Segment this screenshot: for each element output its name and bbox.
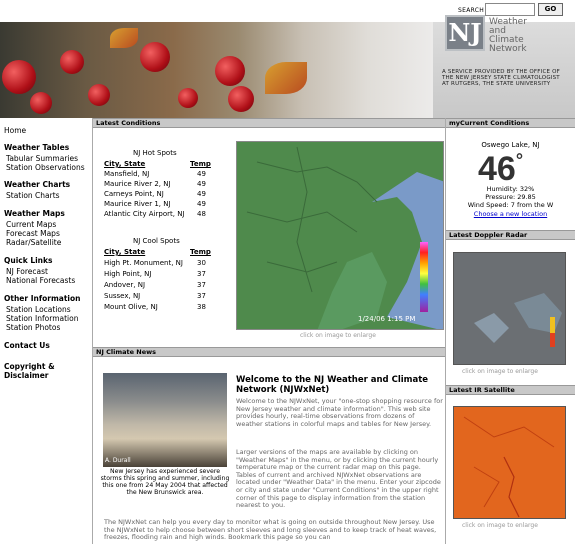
nav-contact-us[interactable]: Contact Us: [4, 341, 50, 350]
nav-station-information[interactable]: Station Information: [6, 314, 78, 323]
radar-caption: click on image to enlarge: [462, 368, 538, 375]
nav-station-locations[interactable]: Station Locations: [6, 305, 71, 314]
hot-col-temp: Temp: [190, 160, 211, 168]
map-graphic: [237, 142, 443, 329]
search-input[interactable]: [485, 3, 535, 16]
pressure-text: Pressure: 29.85: [485, 193, 536, 201]
nav-head-other-info[interactable]: Other Information: [4, 294, 80, 303]
cool-col-city: City, State: [104, 248, 146, 256]
nav-forecast-maps[interactable]: Forecast Maps: [6, 229, 60, 238]
temp-cell: 49: [197, 170, 206, 178]
table-row: Maurice River 1, NJ: [104, 200, 171, 208]
cranberry-decoration: [60, 50, 84, 74]
table-row: Andover, NJ: [104, 281, 146, 289]
cranberry-decoration: [2, 60, 36, 94]
current-conditions-header: myCurrent Conditions: [446, 118, 575, 128]
radar-header: Latest Doppler Radar: [446, 230, 575, 240]
wind-text: Wind Speed: 7 from the W: [467, 201, 554, 209]
temp-cell: 49: [197, 200, 206, 208]
temp-cell: 49: [197, 190, 206, 198]
cranberry-decoration: [30, 92, 52, 114]
current-location: Oswego Lake, NJ: [481, 141, 540, 149]
divider: [92, 118, 93, 544]
table-row: Sussex, NJ: [104, 292, 141, 300]
radar-graphic: [454, 253, 565, 364]
divider: [445, 118, 446, 544]
intro-paragraph: Welcome to the NJWxNet, your "one-stop s…: [236, 397, 443, 428]
current-temp: 46°: [478, 150, 524, 188]
usage-paragraph: The NJWxNet can help you every day to mo…: [104, 518, 437, 542]
cranberry-decoration: [228, 86, 254, 112]
photo-caption: New Jersey has experienced severe storms…: [100, 468, 230, 496]
nj-logo[interactable]: NJ: [445, 15, 485, 51]
hot-col-city: City, State: [104, 160, 146, 168]
cranberry-decoration: [215, 56, 245, 86]
logo-text: Weather and Climate Network: [489, 17, 527, 54]
ir-header: Latest IR Satellite: [446, 385, 575, 395]
welcome-title: Welcome to the NJ Weather and Climate Ne…: [236, 375, 429, 395]
ir-graphic: [454, 407, 565, 518]
temp-cell: 49: [197, 180, 206, 188]
go-button[interactable]: GO: [538, 3, 563, 16]
table-row: High Pt. Monument, NJ: [104, 259, 183, 267]
cranberry-decoration: [140, 42, 170, 72]
table-row: Carneys Point, NJ: [104, 190, 164, 198]
leaf-decoration: [110, 28, 138, 48]
table-row: High Point, NJ: [104, 270, 152, 278]
humidity-text: Humidity: 32%: [486, 185, 535, 193]
choose-location-link[interactable]: Choose a new location: [448, 210, 573, 218]
cool-col-temp: Temp: [190, 248, 211, 256]
table-row: Mansfield, NJ: [104, 170, 150, 178]
ir-satellite-image[interactable]: [453, 406, 566, 519]
nav-radar-satellite[interactable]: Radar/Satellite: [6, 238, 61, 247]
temp-cell: 30: [197, 259, 206, 267]
cranberry-decoration: [178, 88, 198, 108]
nav-national-forecasts[interactable]: National Forecasts: [6, 276, 75, 285]
nav-station-observations[interactable]: Station Observations: [6, 163, 85, 172]
map-caption: click on image to enlarge: [300, 332, 376, 339]
radar-image[interactable]: [453, 252, 566, 365]
nav-disclaimer[interactable]: Disclaimer: [4, 371, 49, 380]
nav-tabular-summaries[interactable]: Tabular Summaries: [6, 154, 78, 163]
temp-cell: 38: [197, 303, 206, 311]
map-timestamp: 1/24/06 1:15 PM: [358, 315, 416, 323]
temp-cell: 37: [197, 270, 206, 278]
ir-caption: click on image to enlarge: [462, 522, 538, 529]
nav-station-photos[interactable]: Station Photos: [6, 323, 60, 332]
temperature-map[interactable]: 1/24/06 1:15 PM: [236, 141, 444, 330]
climate-news-header: NJ Climate News: [93, 347, 445, 357]
storm-photo[interactable]: A. Durall: [103, 373, 227, 467]
nav-nj-forecast[interactable]: NJ Forecast: [6, 267, 48, 276]
sidebar-nav: Home Weather Tables Tabular Summaries St…: [0, 118, 92, 544]
nav-head-weather-tables[interactable]: Weather Tables: [4, 143, 69, 152]
cool-spots-title: NJ Cool Spots: [133, 237, 180, 245]
table-row: Maurice River 2, NJ: [104, 180, 171, 188]
search-label: SEARCH: [458, 7, 485, 14]
nav-head-weather-charts[interactable]: Weather Charts: [4, 180, 70, 189]
banner-photo: [0, 22, 433, 118]
temp-cell: 48: [197, 210, 206, 218]
provided-by-text: A SERVICE PROVIDED BY THE OFFICE OF THE N…: [442, 69, 561, 87]
table-row: Atlantic City Airport, NJ: [104, 210, 185, 218]
nav-head-weather-maps[interactable]: Weather Maps: [4, 209, 65, 218]
hot-spots-title: NJ Hot Spots: [133, 149, 177, 157]
latest-conditions-header: Latest Conditions: [93, 118, 445, 128]
photo-credit: A. Durall: [105, 457, 131, 464]
maps-paragraph: Larger versions of the maps are availabl…: [236, 448, 441, 510]
nav-copyright[interactable]: Copyright &: [4, 362, 55, 371]
temp-cell: 37: [197, 292, 206, 300]
table-row: Mount Olive, NJ: [104, 303, 158, 311]
temp-cell: 37: [197, 281, 206, 289]
nav-head-quick-links[interactable]: Quick Links: [4, 256, 52, 265]
nav-home[interactable]: Home: [4, 126, 26, 135]
nav-station-charts[interactable]: Station Charts: [6, 191, 60, 200]
nav-current-maps[interactable]: Current Maps: [6, 220, 56, 229]
leaf-decoration: [265, 62, 307, 94]
cranberry-decoration: [88, 84, 110, 106]
